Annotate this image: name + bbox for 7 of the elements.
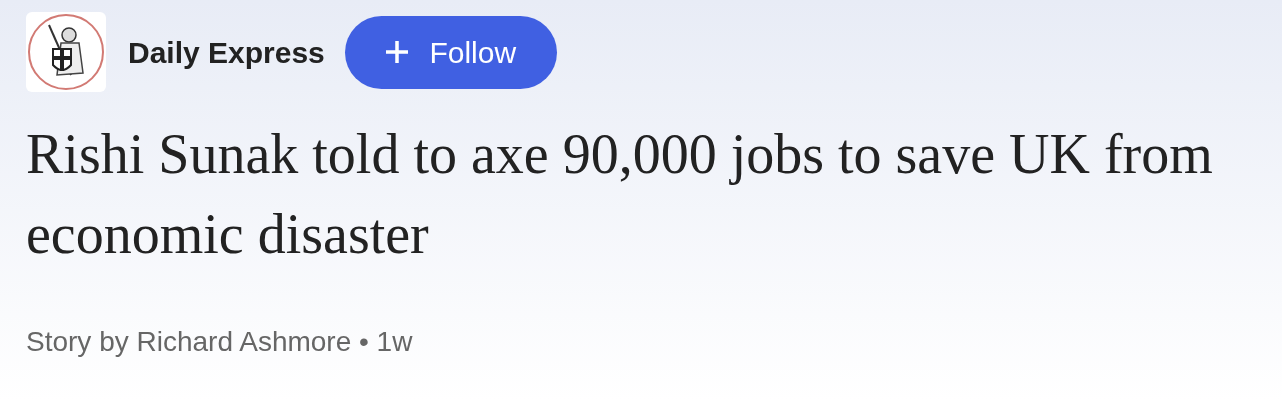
publisher-logo[interactable]	[26, 12, 106, 92]
plus-icon	[385, 40, 410, 64]
follow-button[interactable]: Follow	[344, 15, 557, 89]
byline: Story by Richard Ashmore • 1w	[26, 325, 413, 359]
headline: Rishi Sunak told to axe 90,000 jobs to save UK from economic disaster	[26, 122, 1214, 267]
publisher-name[interactable]: Daily Express	[128, 29, 325, 75]
knight-icon	[27, 13, 105, 91]
